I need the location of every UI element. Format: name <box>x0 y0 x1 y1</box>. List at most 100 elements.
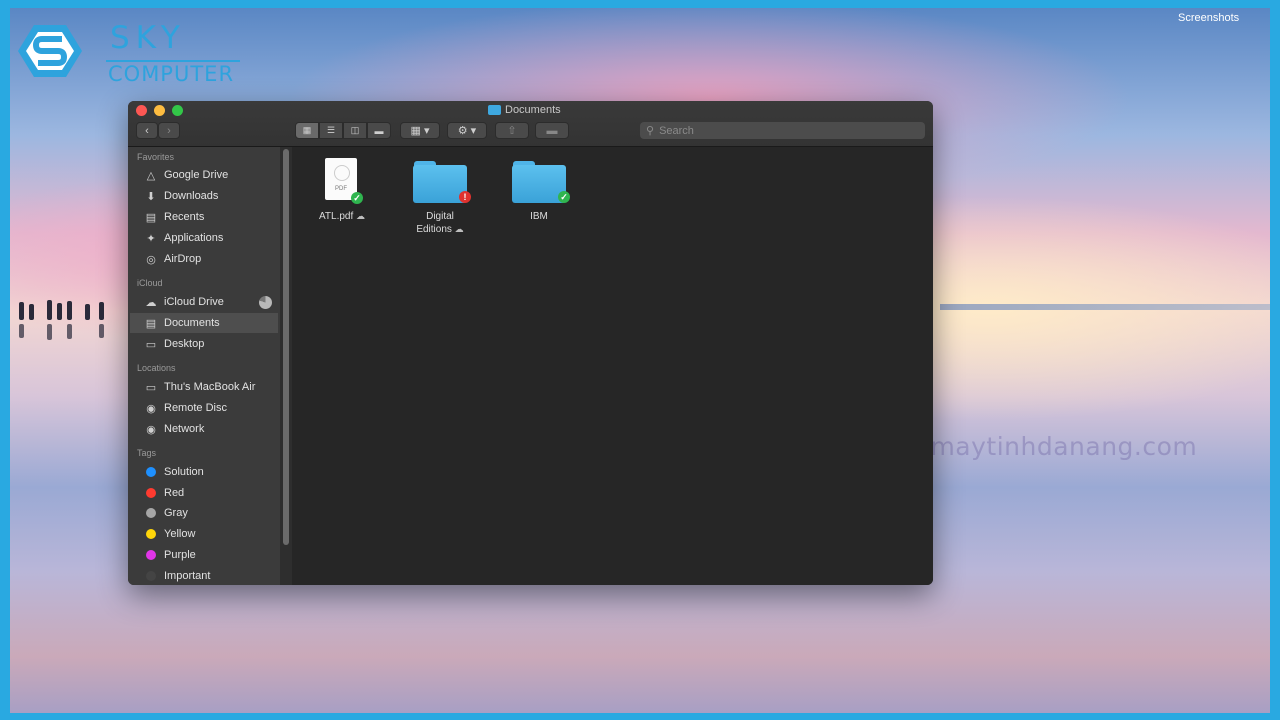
documents-icon: ▤ <box>145 317 157 330</box>
applications-icon: ✦ <box>146 232 156 245</box>
chevron-right-icon: › <box>167 124 171 137</box>
folder-icon <box>488 105 501 115</box>
forward-button[interactable]: › <box>158 122 180 139</box>
desktop-item-label[interactable]: Screenshots <box>1178 12 1239 24</box>
sidebar-item-yellow[interactable]: Yellow <box>130 524 278 544</box>
chevron-left-icon: ‹ <box>145 124 149 137</box>
sidebar-item-label: Recents <box>164 211 205 223</box>
sync-check-icon: ✓ <box>558 191 570 203</box>
column-view-button[interactable]: ◫ <box>343 122 367 139</box>
sidebar-item-recents[interactable]: ▤ Recents <box>130 207 278 227</box>
sidebar-item-applications[interactable]: ✦ Applications <box>130 228 278 248</box>
tag-dot-icon <box>146 529 156 539</box>
group-grid-icon: ▦ ▾ <box>410 125 430 137</box>
columns-icon: ◫ <box>350 125 360 135</box>
sidebar-item-label: Google Drive <box>164 169 229 181</box>
logo-text-sky: SKY <box>110 20 186 56</box>
sidebar-item-label: iCloud Drive <box>164 296 224 308</box>
gallery-icon: ▬ <box>374 125 384 136</box>
sidebar-item-label: AirDrop <box>164 253 202 265</box>
tag-dot-icon <box>146 467 156 477</box>
group-by-button[interactable]: ▦ ▾ <box>400 122 440 139</box>
sidebar-item-solution[interactable]: Solution <box>130 462 278 482</box>
recents-icon: ▤ <box>145 211 157 224</box>
scrollbar-thumb[interactable] <box>283 149 289 545</box>
sidebar-item-google-drive[interactable]: △ Google Drive <box>130 165 278 185</box>
zoom-button[interactable] <box>172 105 183 116</box>
minimize-button[interactable] <box>154 105 165 116</box>
airdrop-icon: ◎ <box>146 253 156 266</box>
sidebar-item-airdrop[interactable]: ◎ AirDrop <box>130 249 278 269</box>
tag-button[interactable]: ▬ <box>535 122 569 139</box>
finder-window: Documents ‹ › ▦ ☰ ◫ ▬ ▦ ▾ ⚙ ▾ ⇧ ▬ ⚲ Sear… <box>128 101 933 585</box>
icon-view-button[interactable]: ▦ <box>295 122 319 139</box>
tag-dot-icon <box>146 488 156 498</box>
file-item[interactable]: ✓ IBM <box>499 157 579 247</box>
grid-icon: ▦ <box>302 125 312 135</box>
file-item[interactable]: ! Digital Editions ☁ <box>400 157 480 247</box>
sidebar-item-remote-disc[interactable]: ◉ Remote Disc <box>130 398 278 418</box>
sidebar-item-icloud-drive[interactable]: ☁ iCloud Drive <box>130 292 278 312</box>
sidebar-item-thu-s-macbook-air[interactable]: ▭ Thu's MacBook Air <box>130 377 278 397</box>
sidebar-item-red[interactable]: Red <box>130 483 278 503</box>
file-area: PDF ✓ ATL.pdf ☁! Digital Editions ☁ ✓ IBM <box>292 147 933 585</box>
sync-error-icon: ! <box>459 191 471 203</box>
share-icon: ⇧ <box>507 125 517 137</box>
close-button[interactable] <box>136 105 147 116</box>
sidebar-item-label: Downloads <box>164 190 219 202</box>
tag-icon: ▬ <box>546 124 558 137</box>
tag-dot-icon <box>146 571 156 581</box>
laptop-icon: ▭ <box>145 381 157 394</box>
folder-icon: ✓ <box>499 157 579 207</box>
window-title: Documents <box>488 104 561 116</box>
tag-dot-icon <box>146 550 156 560</box>
sidebar-item-important[interactable]: Important <box>130 566 278 585</box>
sidebar-item-label: Yellow <box>164 528 196 540</box>
sidebar-item-documents[interactable]: ▤ Documents <box>130 313 278 333</box>
sky-computer-logo: SKY COMPUTER <box>18 20 240 90</box>
file-item[interactable]: PDF ✓ ATL.pdf ☁ <box>302 157 382 247</box>
google-drive-icon: △ <box>146 169 156 182</box>
sidebar-scrollbar[interactable] <box>280 147 292 585</box>
wallpaper-people <box>15 300 115 342</box>
sidebar: Favorites △ Google Drive ⬇ Downloads ▤ Recents… <box>128 147 280 585</box>
sidebar-section-header: Tags <box>137 448 157 458</box>
sidebar-item-label: Important <box>164 570 211 582</box>
action-button[interactable]: ⚙ ▾ <box>447 122 487 139</box>
sidebar-item-purple[interactable]: Purple <box>130 545 278 565</box>
sidebar-item-label: Documents <box>164 317 220 329</box>
file-label: Digital Editions ☁ <box>416 211 464 235</box>
sidebar-section-header: Favorites <box>137 152 175 162</box>
sidebar-item-downloads[interactable]: ⬇ Downloads <box>130 186 278 206</box>
icloud-icon: ☁ <box>145 296 157 309</box>
cloud-download-icon[interactable]: ☁ <box>455 224 464 234</box>
folder-icon: ! <box>400 157 480 207</box>
sidebar-item-label: Gray <box>164 507 188 519</box>
sidebar-item-label: Red <box>164 487 185 499</box>
sidebar-item-desktop[interactable]: ▭ Desktop <box>130 334 278 354</box>
wallpaper-horizon <box>940 304 1270 310</box>
sidebar-item-label: Applications <box>164 232 224 244</box>
sidebar-item-gray[interactable]: Gray <box>130 503 278 523</box>
logo-text-computer: COMPUTER <box>108 62 235 86</box>
window-title-text: Documents <box>505 104 561 116</box>
sidebar-item-label: Solution <box>164 466 204 478</box>
tag-dot-icon <box>146 508 156 518</box>
sidebar-item-label: Thu's MacBook Air <box>164 381 256 393</box>
cloud-download-icon[interactable]: ☁ <box>356 211 365 221</box>
list-view-button[interactable]: ☰ <box>319 122 343 139</box>
pdf-file-icon: PDF ✓ <box>302 157 382 207</box>
gear-icon: ⚙ ▾ <box>457 125 477 137</box>
file-label: IBM <box>530 211 548 222</box>
file-label: ATL.pdf ☁ <box>318 211 366 222</box>
search-field[interactable]: ⚲ Search <box>640 122 925 139</box>
sidebar-item-network[interactable]: ◉ Network <box>130 419 278 439</box>
sidebar-item-label: Remote Disc <box>164 402 227 414</box>
back-button[interactable]: ‹ <box>136 122 158 139</box>
gallery-view-button[interactable]: ▬ <box>367 122 391 139</box>
sidebar-item-label: Desktop <box>164 338 205 350</box>
disc-icon: ◉ <box>146 402 156 415</box>
share-button[interactable]: ⇧ <box>495 122 529 139</box>
downloads-icon: ⬇ <box>146 190 156 203</box>
sidebar-item-label: Network <box>164 423 205 435</box>
